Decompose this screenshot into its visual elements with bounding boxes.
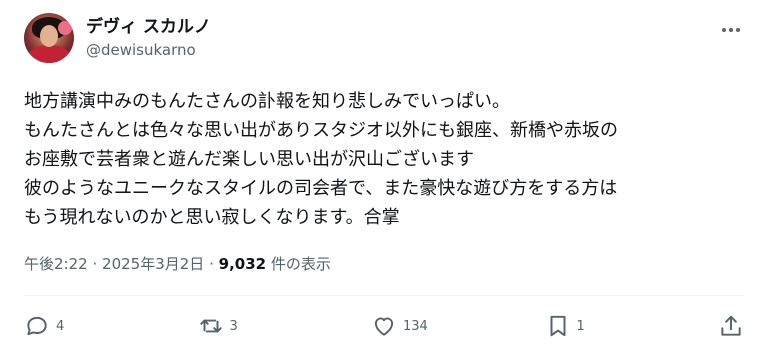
post-meta: 午後2:22 · 2025年3月2日 · 9,032 件の表示 [24,252,331,276]
post-time[interactable]: 午後2:22 [24,255,88,273]
like-button[interactable]: 134 [371,313,431,339]
author-names: デヴィ スカルノ @dewisukarno [86,16,211,60]
repost-button[interactable]: 3 [198,313,258,339]
more-dots-icon [722,28,740,32]
post-text-line: もう現れないのかと思い寂しくなります。合掌 [24,207,400,228]
post-header: デヴィ スカルノ @dewisukarno [24,12,746,64]
share-button[interactable] [718,313,744,339]
repost-arrows-icon [199,319,222,333]
action-bar: 4 3 134 1 [24,302,744,350]
post-text-line: 彼のようなユニークなスタイルの司会者で、また豪快な遊び方をする方は [24,178,618,199]
bookmark-count: 1 [576,318,585,334]
divider [24,295,744,296]
views-count: 9,032 [218,255,267,273]
post-text-line: 地方講演中みのもんたさんの訃報を知り悲しみでいっぱい。 [24,91,510,112]
more-options-button[interactable] [716,20,746,40]
user-handle[interactable]: @dewisukarno [86,40,211,60]
display-name[interactable]: デヴィ スカルノ [86,16,211,38]
share-upload-icon [721,315,741,336]
meta-separator: · [92,255,98,273]
post-date[interactable]: 2025年3月2日 [102,255,204,273]
reply-bubble-icon [27,316,47,336]
avatar[interactable] [24,13,74,63]
post-text-line: もんたさんとは色々な思い出がありスタジオ以外にも銀座、新橋や赤坂の [24,120,618,141]
repost-count: 3 [229,318,238,334]
post-text-line: お座敷で芸者衆と遊んだ楽しい思い出が沢山ございます [24,149,474,170]
reply-count: 4 [56,318,65,334]
bookmark-button[interactable]: 1 [545,313,605,339]
post-card: デヴィ スカルノ @dewisukarno 地方講演中みのもんたさんの訃報を知り… [0,0,766,361]
post-text: 地方講演中みのもんたさんの訃報を知り悲しみでいっぱい。 もんたさんとは色々な思い… [24,87,746,232]
like-count: 134 [403,318,428,334]
heart-icon [374,317,394,336]
reply-button[interactable]: 4 [24,313,84,339]
views-label: 件の表示 [270,255,331,273]
meta-separator: · [209,255,214,273]
bookmark-icon [550,315,565,337]
